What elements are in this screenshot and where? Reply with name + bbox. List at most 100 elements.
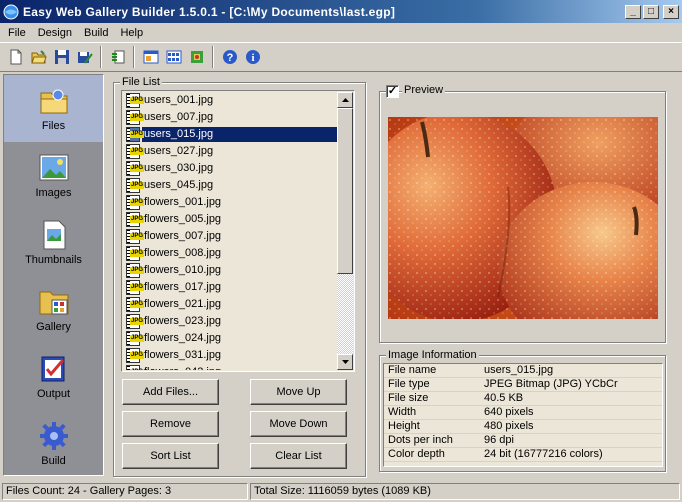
info-value: 96 dpi xyxy=(484,434,514,446)
sidebar-item-gallery[interactable]: Gallery xyxy=(4,276,103,343)
file-name: flowers_005.jpg xyxy=(144,213,222,225)
remove-button[interactable]: Remove xyxy=(122,411,219,437)
file-name: flowers_042.jpg xyxy=(142,365,339,370)
info-button[interactable]: i xyxy=(241,46,264,68)
new-button[interactable] xyxy=(4,46,27,68)
file-name: flowers_001.jpg xyxy=(144,196,222,208)
sidebar: Files Images Thumbnails Gallery Output B… xyxy=(3,74,104,476)
file-list-item[interactable]: users_001.jpg xyxy=(123,92,339,109)
add-files-button[interactable]: Add Files... xyxy=(122,379,219,405)
file-name: flowers_010.jpg xyxy=(144,264,222,276)
file-list-item[interactable]: flowers_010.jpg xyxy=(123,262,339,279)
image-info-table: File name users_015.jpg File type JPEG Bitm… xyxy=(383,363,663,467)
menu-build[interactable]: Build xyxy=(78,27,114,39)
file-list-item[interactable]: flowers_031.jpg xyxy=(123,347,339,364)
file-name: users_007.jpg xyxy=(144,111,214,123)
thumbnails-icon xyxy=(43,220,65,250)
sidebar-item-label: Output xyxy=(36,388,71,400)
file-list-item[interactable]: users_045.jpg xyxy=(123,177,339,194)
close-button[interactable]: × xyxy=(663,4,679,19)
help-button[interactable]: ? xyxy=(218,46,241,68)
file-name: flowers_017.jpg xyxy=(144,281,222,293)
file-list-item[interactable]: flowers_008.jpg xyxy=(123,245,339,262)
menu-file[interactable]: File xyxy=(2,27,32,39)
info-row: Dots per inch 96 dpi xyxy=(384,434,662,448)
file-list-label: File List xyxy=(120,76,162,88)
toolbar-separator xyxy=(212,46,214,68)
menu-design[interactable]: Design xyxy=(32,27,78,39)
jpg-file-icon xyxy=(126,246,145,261)
jpg-file-icon xyxy=(126,161,145,176)
help-icon: ? xyxy=(222,50,237,64)
info-value: 480 pixels xyxy=(484,420,534,432)
sidebar-item-build[interactable]: Build xyxy=(4,410,103,477)
info-value: users_015.jpg xyxy=(484,364,554,376)
jpg-file-icon xyxy=(126,110,145,125)
file-list-item[interactable]: flowers_021.jpg xyxy=(123,296,339,313)
images-icon xyxy=(39,154,68,181)
menu-help[interactable]: Help xyxy=(114,27,149,39)
file-list-item[interactable]: users_015.jpg xyxy=(123,126,339,143)
scroll-up-button[interactable] xyxy=(337,92,353,108)
save-as-button[interactable] xyxy=(73,46,96,68)
sidebar-item-files[interactable]: Files xyxy=(4,75,103,142)
file-list-item[interactable]: users_030.jpg xyxy=(123,160,339,177)
arrow-down-icon xyxy=(341,360,349,364)
thumbnail-layout-icon xyxy=(166,50,181,64)
build-button[interactable] xyxy=(106,46,129,68)
output-icon xyxy=(41,356,64,382)
clear-list-button[interactable]: Clear List xyxy=(250,443,347,469)
open-icon xyxy=(30,50,47,64)
sort-list-button[interactable]: Sort List xyxy=(122,443,219,469)
preview-label: Preview xyxy=(402,84,446,96)
file-name: users_015.jpg xyxy=(142,127,339,142)
sidebar-item-images[interactable]: Images xyxy=(4,142,103,209)
save-button[interactable] xyxy=(50,46,73,68)
sidebar-item-label: Thumbnails xyxy=(25,254,82,266)
file-list-item[interactable]: flowers_007.jpg xyxy=(123,228,339,245)
open-button[interactable] xyxy=(27,46,50,68)
info-key: Width xyxy=(388,406,417,418)
file-name: users_001.jpg xyxy=(144,94,214,106)
file-list-item[interactable]: users_007.jpg xyxy=(123,109,339,126)
jpg-file-icon xyxy=(126,280,145,295)
file-list-item[interactable]: flowers_017.jpg xyxy=(123,279,339,296)
file-name: users_027.jpg xyxy=(144,145,214,157)
thumbnail-layout-button[interactable] xyxy=(162,46,185,68)
info-key: Height xyxy=(388,420,420,432)
jpg-file-icon xyxy=(126,195,145,210)
file-list[interactable]: users_001.jpg users_007.jpg users_015.jpgu… xyxy=(121,90,355,372)
toolbar-separator xyxy=(133,46,135,68)
new-icon xyxy=(10,49,21,65)
file-list-item[interactable]: flowers_042.jpg xyxy=(123,364,339,370)
sidebar-item-label: Files xyxy=(41,120,66,132)
preview-checkbox[interactable]: ✓ xyxy=(386,85,399,98)
info-icon: i xyxy=(245,50,260,64)
maximize-button[interactable]: □ xyxy=(643,4,659,19)
scroll-down-button[interactable] xyxy=(337,354,353,370)
move-up-button[interactable]: Move Up xyxy=(250,379,347,405)
sidebar-item-output[interactable]: Output xyxy=(4,343,103,410)
file-list-item[interactable]: users_027.jpg xyxy=(123,143,339,160)
arrow-up-icon xyxy=(341,98,349,102)
jpg-file-icon xyxy=(126,314,145,329)
file-list-item[interactable]: flowers_023.jpg xyxy=(123,313,339,330)
file-list-item[interactable]: flowers_024.jpg xyxy=(123,330,339,347)
page-layout-button[interactable] xyxy=(139,46,162,68)
info-key: Dots per inch xyxy=(388,434,453,446)
file-list-scrollbar[interactable] xyxy=(337,92,353,370)
info-value: 640 pixels xyxy=(484,406,534,418)
toolbar: ? i xyxy=(0,42,682,72)
jpg-file-icon xyxy=(126,297,145,312)
settings-button[interactable] xyxy=(185,46,208,68)
file-name: flowers_007.jpg xyxy=(144,230,222,242)
jpg-file-icon xyxy=(126,144,145,159)
file-list-item[interactable]: flowers_001.jpg xyxy=(123,194,339,211)
scroll-thumb[interactable] xyxy=(337,108,353,274)
sidebar-item-thumbnails[interactable]: Thumbnails xyxy=(4,209,103,276)
move-down-button[interactable]: Move Down xyxy=(250,411,347,437)
minimize-button[interactable]: _ xyxy=(625,4,641,19)
menu-bar: File Design Build Help xyxy=(0,23,682,42)
file-list-item[interactable]: flowers_005.jpg xyxy=(123,211,339,228)
settings-icon xyxy=(190,51,203,63)
